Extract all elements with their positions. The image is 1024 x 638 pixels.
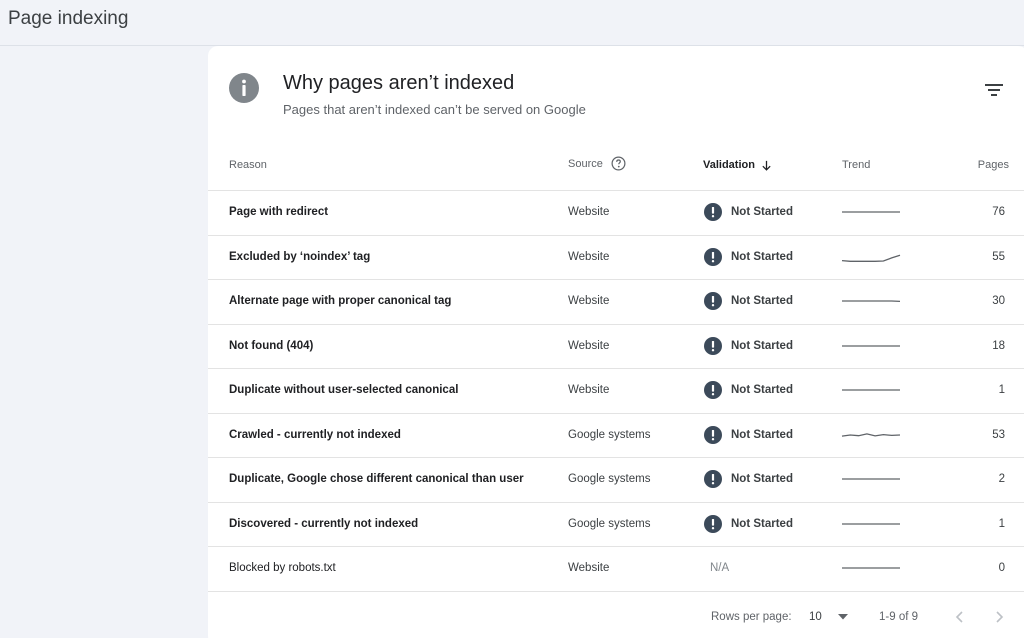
validation-cell: Not Started [704, 292, 793, 310]
table-row[interactable]: Not found (404) Website Not Started 18 [208, 325, 1024, 369]
validation-status: Not Started [731, 339, 793, 352]
trend-sparkline [842, 344, 900, 347]
trend-sparkline [842, 300, 901, 303]
card-title: Why pages aren’t indexed [283, 72, 515, 94]
validation-status: Not Started [731, 295, 793, 307]
pages-count: 2 [998, 473, 1005, 485]
validation-status: Not Started [731, 250, 793, 263]
pages-count: 30 [992, 295, 1005, 307]
exclamation-icon [704, 292, 722, 310]
table-row[interactable]: Crawled - currently not indexed Google sy… [208, 414, 1024, 458]
table-pagination: Rows per page: 10 1-9 of 9 [208, 608, 1024, 628]
reason-cell: Alternate page with proper canonical tag [229, 295, 452, 307]
table-row[interactable]: Blocked by robots.txt Website N/A 0 [208, 547, 1024, 592]
exclamation-icon [704, 514, 722, 533]
trend-sparkline [842, 522, 900, 525]
column-header-pages[interactable]: Pages [978, 159, 1009, 171]
trend-sparkline [842, 478, 900, 480]
reason-cell: Crawled - currently not indexed [229, 428, 401, 441]
validation-status: Not Started [731, 517, 793, 530]
pages-count: 53 [992, 428, 1005, 441]
source-cell: Google systems [568, 517, 651, 530]
reason-cell: Discovered - currently not indexed [229, 517, 419, 530]
column-header-source-label: Source [568, 157, 603, 170]
source-cell: Google systems [568, 428, 651, 441]
reason-cell: Duplicate, Google chose different canoni… [229, 473, 524, 485]
trend-line [841, 254, 901, 262]
source-cell: Website [568, 339, 610, 352]
arrow-down-icon [762, 160, 771, 171]
source-cell: Website [568, 295, 610, 307]
table-row[interactable]: Page with redirect Website Not Started 76 [208, 191, 1024, 236]
validation-status: Not Started [731, 206, 793, 218]
column-header-trend: Trend [842, 159, 871, 171]
exclamation-icon [704, 203, 722, 221]
validation-cell: Not Started [704, 470, 793, 488]
reasons-table-body: Page with redirect Website Not Started 76 Ex… [208, 190, 1024, 592]
validation-cell: Not Started [704, 203, 793, 221]
reason-cell: Blocked by robots.txt [229, 562, 336, 574]
rows-per-page-value: 10 [809, 611, 822, 623]
pages-count: 0 [998, 562, 1005, 574]
trend-sparkline [842, 567, 900, 569]
pages-count: 76 [992, 206, 1005, 218]
rows-per-page-select[interactable]: 10 [809, 611, 848, 623]
table-row[interactable]: Excluded by ‘noindex’ tag Website Not Star… [208, 236, 1024, 280]
pages-count: 18 [992, 339, 1005, 352]
validation-status: Not Started [731, 473, 793, 485]
page-header: Page indexing [0, 0, 1024, 46]
validation-cell: Not Started [704, 247, 793, 266]
validation-cell: Not Started [704, 514, 793, 533]
reason-cell: Duplicate without user-selected canonica… [229, 384, 459, 396]
next-page-icon[interactable] [990, 608, 1008, 626]
source-cell: Website [568, 206, 610, 218]
source-cell: Google systems [568, 473, 651, 485]
reason-cell: Page with redirect [229, 206, 329, 218]
reason-cell: Not found (404) [229, 339, 314, 352]
pages-count: 55 [992, 250, 1005, 263]
pages-count: 1 [998, 384, 1005, 396]
trend-line [841, 432, 901, 437]
table-row[interactable]: Alternate page with proper canonical tag… [208, 280, 1024, 325]
source-cell: Website [568, 562, 610, 574]
column-header-source[interactable]: Source [568, 156, 626, 171]
pages-count: 1 [998, 517, 1005, 530]
table-row[interactable]: Duplicate, Google chose different canoni… [208, 458, 1024, 503]
trend-sparkline [842, 211, 900, 213]
page-range: 1-9 of 9 [879, 611, 918, 623]
not-indexed-card: Why pages aren’t indexed Pages that aren… [208, 46, 1024, 638]
page-title: Page indexing [8, 8, 129, 29]
validation-cell: Not Started [704, 425, 793, 444]
exclamation-icon [704, 425, 722, 444]
filter-icon[interactable] [984, 80, 1004, 100]
help-icon[interactable] [611, 156, 626, 171]
previous-page-icon[interactable] [951, 608, 969, 626]
trend-sparkline [842, 389, 900, 391]
validation-status: Not Started [731, 428, 793, 441]
source-cell: Website [568, 250, 610, 263]
table-row[interactable]: Discovered - currently not indexed Google… [208, 503, 1024, 547]
column-header-validation[interactable]: Validation [703, 159, 772, 171]
column-header-validation-label: Validation [703, 159, 755, 171]
exclamation-icon [704, 336, 722, 355]
trend-sparkline [841, 254, 901, 262]
validation-cell: Not Started [704, 381, 793, 399]
source-cell: Website [568, 384, 610, 396]
column-header-reason[interactable]: Reason [229, 159, 267, 171]
validation-status: Not Started [731, 384, 793, 396]
exclamation-icon [704, 247, 722, 266]
rows-per-page-label: Rows per page: [711, 611, 792, 623]
info-icon [229, 73, 259, 103]
validation-cell: N/A [710, 562, 729, 574]
validation-status: N/A [710, 562, 730, 574]
exclamation-icon [704, 470, 722, 488]
exclamation-icon [704, 381, 722, 399]
trend-sparkline [841, 432, 901, 437]
card-subtitle: Pages that aren’t indexed can’t be serve… [283, 102, 586, 117]
validation-cell: Not Started [704, 336, 793, 355]
table-row[interactable]: Duplicate without user-selected canonica… [208, 369, 1024, 414]
caret-down-icon [837, 614, 848, 620]
reason-cell: Excluded by ‘noindex’ tag [229, 250, 371, 263]
